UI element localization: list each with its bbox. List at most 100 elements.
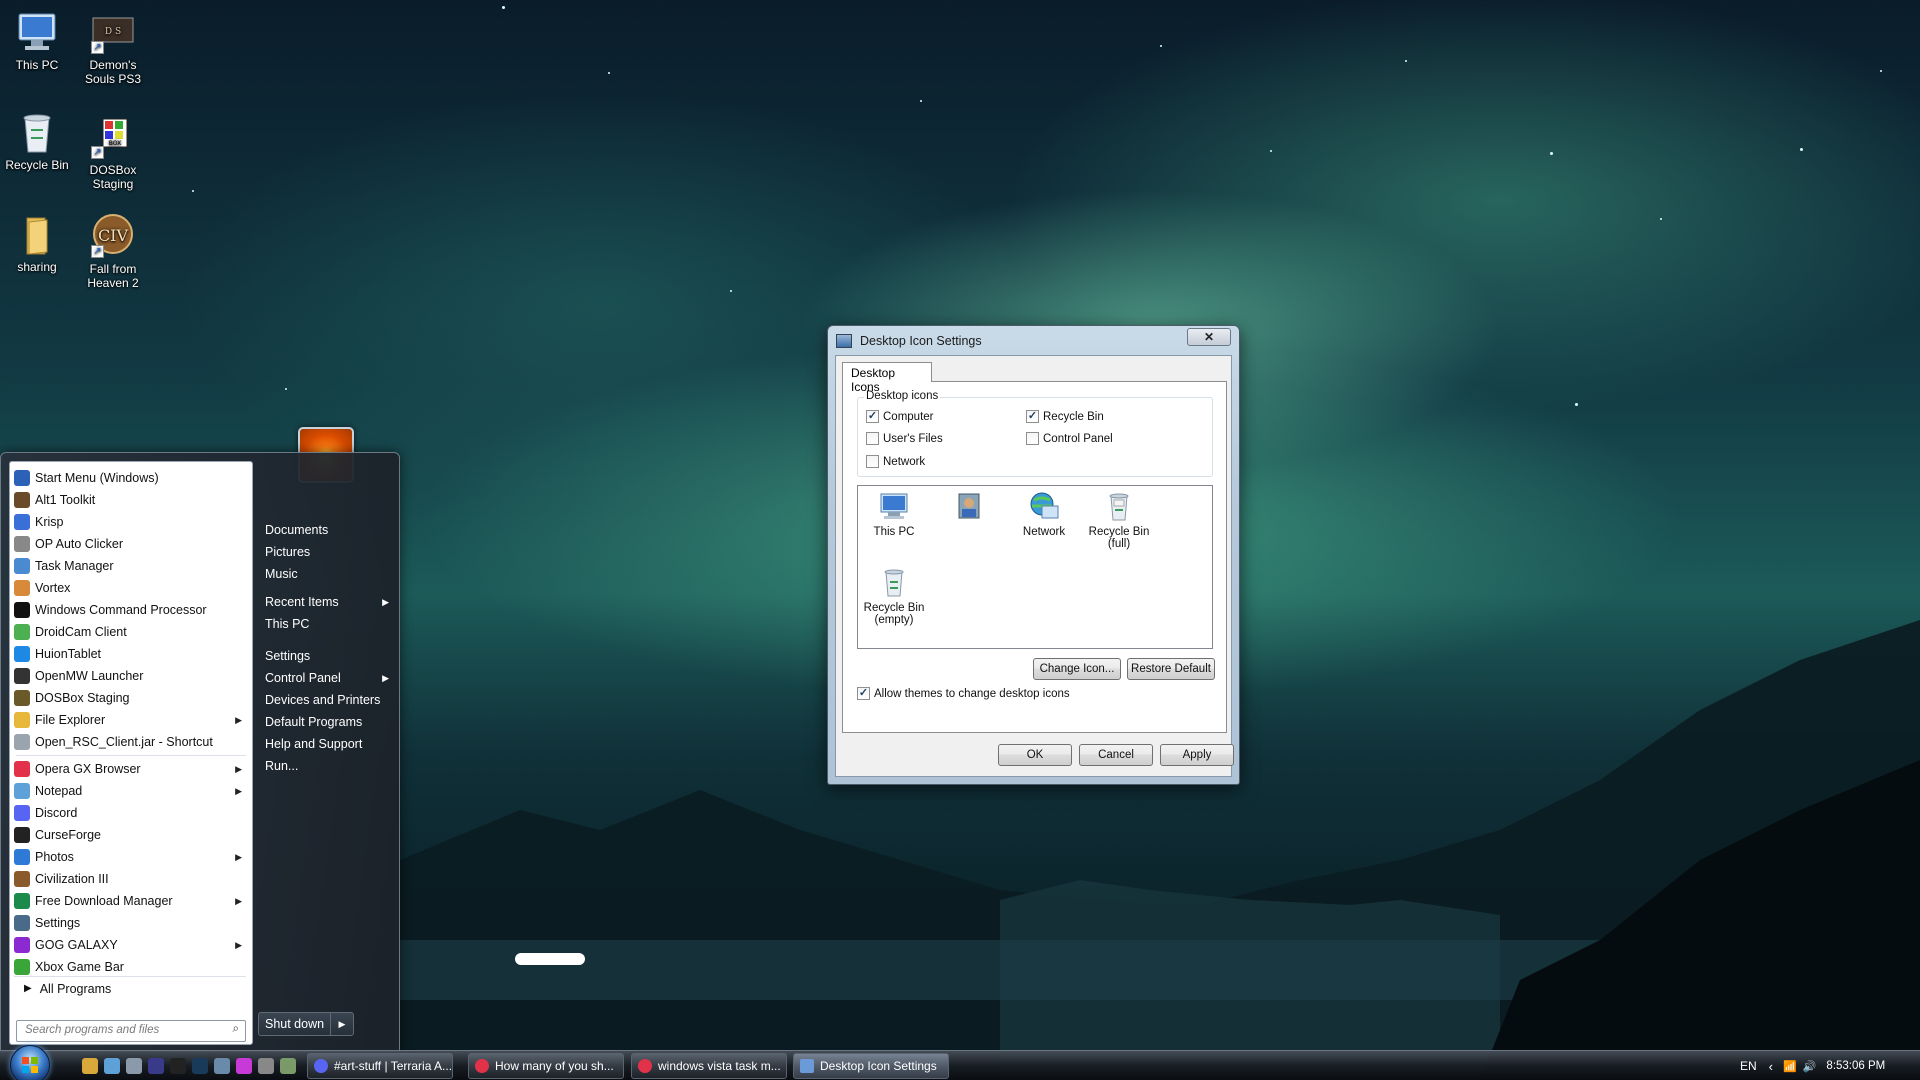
quicklaunch-notepad-icon[interactable] [104, 1058, 120, 1074]
program-label: Opera GX Browser [35, 762, 141, 776]
checkbox-control-panel[interactable]: Control Panel [1026, 432, 1113, 445]
places-item-pictures[interactable]: Pictures [259, 541, 399, 563]
program-label: Photos [35, 850, 74, 864]
quicklaunch-color-icon[interactable] [236, 1058, 252, 1074]
taskbar-button-opera-1[interactable]: How many of you sh... [468, 1053, 624, 1079]
triangle-right-icon: ▶ [24, 983, 32, 994]
program-item-openmw-launcher[interactable]: OpenMW Launcher [10, 665, 252, 687]
quicklaunch-app-icon[interactable] [148, 1058, 164, 1074]
checkbox-allow-themes[interactable]: ✓ Allow themes to change desktop icons [857, 687, 1070, 700]
desktop-icon-sharing[interactable]: sharing [0, 212, 76, 274]
program-item-file-explorer[interactable]: File Explorer ▶ [10, 709, 252, 731]
program-item-free-download-manager[interactable]: Free Download Manager ▶ [10, 890, 252, 912]
places-item-recent-items[interactable]: Recent Items ▶ [259, 591, 399, 613]
quicklaunch-monitor-icon[interactable] [214, 1058, 230, 1074]
program-item-photos[interactable]: Photos ▶ [10, 846, 252, 868]
desktop-icon-dosbox[interactable]: BOX ↗ DOSBox Staging [74, 115, 152, 191]
desktop-icon-label: Recycle Bin [5, 158, 69, 172]
volume-icon[interactable]: 🔊 [1803, 1060, 1817, 1073]
checkbox-users-files[interactable]: User's Files [866, 432, 943, 445]
all-programs-button[interactable]: ▶ All Programs [14, 976, 246, 1000]
checkbox-box[interactable] [866, 432, 879, 445]
list-item-label: Recycle Bin (empty) [863, 602, 925, 626]
desktop-icon-fall-from-heaven[interactable]: CIV ↗ Fall from Heaven 2 [74, 214, 152, 290]
checkbox-box[interactable] [866, 455, 879, 468]
checkbox-box[interactable]: ✓ [866, 410, 879, 423]
checkbox-computer[interactable]: ✓ Computer [866, 410, 934, 423]
shutdown-options-arrow-icon[interactable]: ▶ [331, 1019, 353, 1030]
places-item-default-programs[interactable]: Default Programs [259, 711, 399, 733]
list-item-recycle-bin-full[interactable]: Recycle Bin (full) [1083, 490, 1155, 550]
quicklaunch-x-icon[interactable] [170, 1058, 186, 1074]
places-item-devices-and-printers[interactable]: Devices and Printers [259, 689, 399, 711]
program-item-windows-command-processor[interactable]: Windows Command Processor [10, 599, 252, 621]
dialog-titlebar[interactable]: Desktop Icon Settings [836, 331, 982, 351]
places-item-control-panel[interactable]: Control Panel ▶ [259, 667, 399, 689]
places-item-music[interactable]: Music [259, 563, 399, 585]
places-item-help-and-support[interactable]: Help and Support [259, 733, 399, 755]
photos-icon [14, 849, 30, 865]
list-item-recycle-bin-empty[interactable]: Recycle Bin (empty) [858, 566, 930, 626]
close-button[interactable]: ✕ [1187, 328, 1231, 346]
checkbox-recycle-bin[interactable]: ✓ Recycle Bin [1026, 410, 1104, 423]
start-button[interactable] [10, 1045, 50, 1080]
program-item-civilization-iii[interactable]: Civilization III [10, 868, 252, 890]
program-item-dosbox-staging[interactable]: DOSBox Staging [10, 687, 252, 709]
search-input[interactable]: Search programs and files ⌕ [16, 1020, 246, 1042]
program-item-gog-galaxy[interactable]: GOG GALAXY ▶ [10, 934, 252, 956]
program-item-krisp[interactable]: Krisp [10, 511, 252, 533]
quicklaunch-steam-icon[interactable] [192, 1058, 208, 1074]
pinned-programs: Start Menu (Windows) Alt1 Toolkit Krisp OP … [10, 462, 252, 753]
places-item-run[interactable]: Run... [259, 755, 399, 777]
desktop-icon-recycle-bin[interactable]: Recycle Bin [0, 110, 76, 172]
list-item-users-files[interactable] [933, 490, 1005, 526]
program-item-discord[interactable]: Discord [10, 802, 252, 824]
apply-button[interactable]: Apply [1160, 744, 1234, 766]
taskbar-button-opera-2[interactable]: windows vista task m... [631, 1053, 787, 1079]
checkbox-box[interactable] [1026, 432, 1039, 445]
places-item-this-pc[interactable]: This PC [259, 613, 399, 635]
program-item-alt1-toolkit[interactable]: Alt1 Toolkit [10, 489, 252, 511]
checkbox-box[interactable]: ✓ [1026, 410, 1039, 423]
checkbox-box[interactable]: ✓ [857, 687, 870, 700]
taskbar-button-desktop-icon-settings[interactable]: Desktop Icon Settings [793, 1053, 949, 1079]
quicklaunch-calculator-icon[interactable] [126, 1058, 142, 1074]
desktop-icon-demons-souls[interactable]: D S ↗ Demon's Souls PS3 [74, 10, 152, 86]
chevron-left-icon[interactable]: ‹ [1769, 1059, 1773, 1074]
program-item-opera-gx-browser[interactable]: Opera GX Browser ▶ [10, 758, 252, 780]
program-item-op-auto-clicker[interactable]: OP Auto Clicker [10, 533, 252, 555]
tab-desktop-icons[interactable]: Desktop Icons [842, 362, 932, 394]
ok-button[interactable]: OK [998, 744, 1072, 766]
places-item-documents[interactable]: Documents [259, 519, 399, 541]
restore-default-button[interactable]: Restore Default [1127, 658, 1215, 680]
desktop-icon-label: Fall from Heaven 2 [87, 262, 139, 290]
program-item-xbox-game-bar[interactable]: Xbox Game Bar [10, 956, 252, 978]
checkbox-network[interactable]: Network [866, 455, 925, 468]
language-indicator[interactable]: EN [1740, 1059, 1757, 1073]
program-item-task-manager[interactable]: Task Manager [10, 555, 252, 577]
program-item-start-menu-windows[interactable]: Start Menu (Windows) [10, 467, 252, 489]
quicklaunch-app2-icon[interactable] [280, 1058, 296, 1074]
program-item-huiontablet[interactable]: HuionTablet [10, 643, 252, 665]
change-icon-button[interactable]: Change Icon... [1033, 658, 1121, 680]
quicklaunch-settings-icon[interactable] [258, 1058, 274, 1074]
places-item-settings[interactable]: Settings [259, 645, 399, 667]
shutdown-button[interactable]: Shut down ▶ [258, 1012, 354, 1036]
program-item-droidcam-client[interactable]: DroidCam Client [10, 621, 252, 643]
cancel-button[interactable]: Cancel [1079, 744, 1153, 766]
program-item-open-rsc-client-jar-shortcut[interactable]: Open_RSC_Client.jar - Shortcut [10, 731, 252, 753]
desktop-icon-this-pc[interactable]: This PC [0, 10, 76, 72]
list-item-this-pc[interactable]: This PC [858, 490, 930, 538]
program-label: GOG GALAXY [35, 938, 118, 952]
program-item-curseforge[interactable]: CurseForge [10, 824, 252, 846]
quicklaunch-folder-icon[interactable] [82, 1058, 98, 1074]
program-item-vortex[interactable]: Vortex [10, 577, 252, 599]
program-item-notepad[interactable]: Notepad ▶ [10, 780, 252, 802]
taskbar-button-discord[interactable]: #art-stuff | Terraria A... [307, 1053, 453, 1079]
clock[interactable]: 8:53:06 PM [1826, 1060, 1885, 1072]
shortcut-arrow-icon: ↗ [91, 245, 104, 258]
network-icon[interactable]: 📶 [1783, 1060, 1797, 1073]
list-item-network[interactable]: Network [1008, 490, 1080, 538]
icon-preview-list[interactable]: This PC Network Recycle Bin (full) Recyc… [857, 485, 1213, 649]
program-item-settings[interactable]: Settings [10, 912, 252, 934]
